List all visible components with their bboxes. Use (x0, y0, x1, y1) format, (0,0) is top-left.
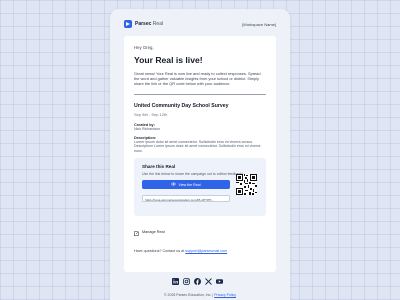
help-text: Have questions? Contact us at support@pa… (134, 249, 228, 254)
x-icon[interactable] (205, 278, 212, 285)
share-title: Share this Real (142, 164, 176, 170)
share-panel: Share this Real Use the link below to sh… (134, 158, 266, 217)
instagram-icon[interactable] (183, 278, 190, 285)
email-shell: Parsec Real [Workspace Name] Hey Greg, Y… (110, 9, 290, 300)
created-by-value: Nick Richardson (134, 126, 161, 131)
email-header: Parsec Real [Workspace Name] (124, 17, 276, 31)
footer: © 2025 Parsec Education, Inc. | Privacy … (110, 293, 290, 297)
copyright-text: © 2025 Parsec Education, Inc. | (164, 293, 214, 297)
brand-name: Parsec Real (135, 21, 164, 27)
view-real-button[interactable]: View the Real (142, 180, 230, 190)
intro-text: Great news! Your Real is now live and re… (134, 71, 261, 87)
survey-dates: Sep 8th - Sep 12th (134, 111, 168, 117)
brand-logo: Parsec Real (124, 20, 163, 28)
manage-real-label: Manage Real (142, 230, 165, 235)
support-email-link[interactable]: support@parsecmail.com (185, 249, 227, 253)
privacy-policy-link[interactable]: Privacy Policy (214, 293, 236, 297)
divider (134, 93, 266, 95)
email-card: Hey Greg, Your Real is live! Great news!… (124, 36, 276, 272)
manage-real-link[interactable]: Manage Real (134, 223, 266, 241)
share-link[interactable]: https://reca.app.parseceducation.com/PL1… (142, 195, 230, 203)
edit-icon (134, 223, 139, 241)
linkedin-icon[interactable] (172, 278, 179, 285)
eye-icon (171, 182, 177, 187)
youtube-icon[interactable] (216, 278, 223, 285)
survey-title: United Community Day School Survey (134, 102, 229, 109)
workspace-name: [Workspace Name] (242, 21, 276, 27)
greeting: Hey Greg, (134, 45, 154, 50)
view-real-label: View the Real (178, 182, 201, 187)
headline: Your Real is live! (134, 55, 203, 65)
facebook-icon[interactable] (194, 278, 201, 285)
description-value: Lorem ipsum dolor sit amet consectetur. … (134, 140, 261, 153)
logo-icon (124, 20, 132, 28)
social-links (172, 278, 223, 285)
qr-code (236, 174, 257, 196)
